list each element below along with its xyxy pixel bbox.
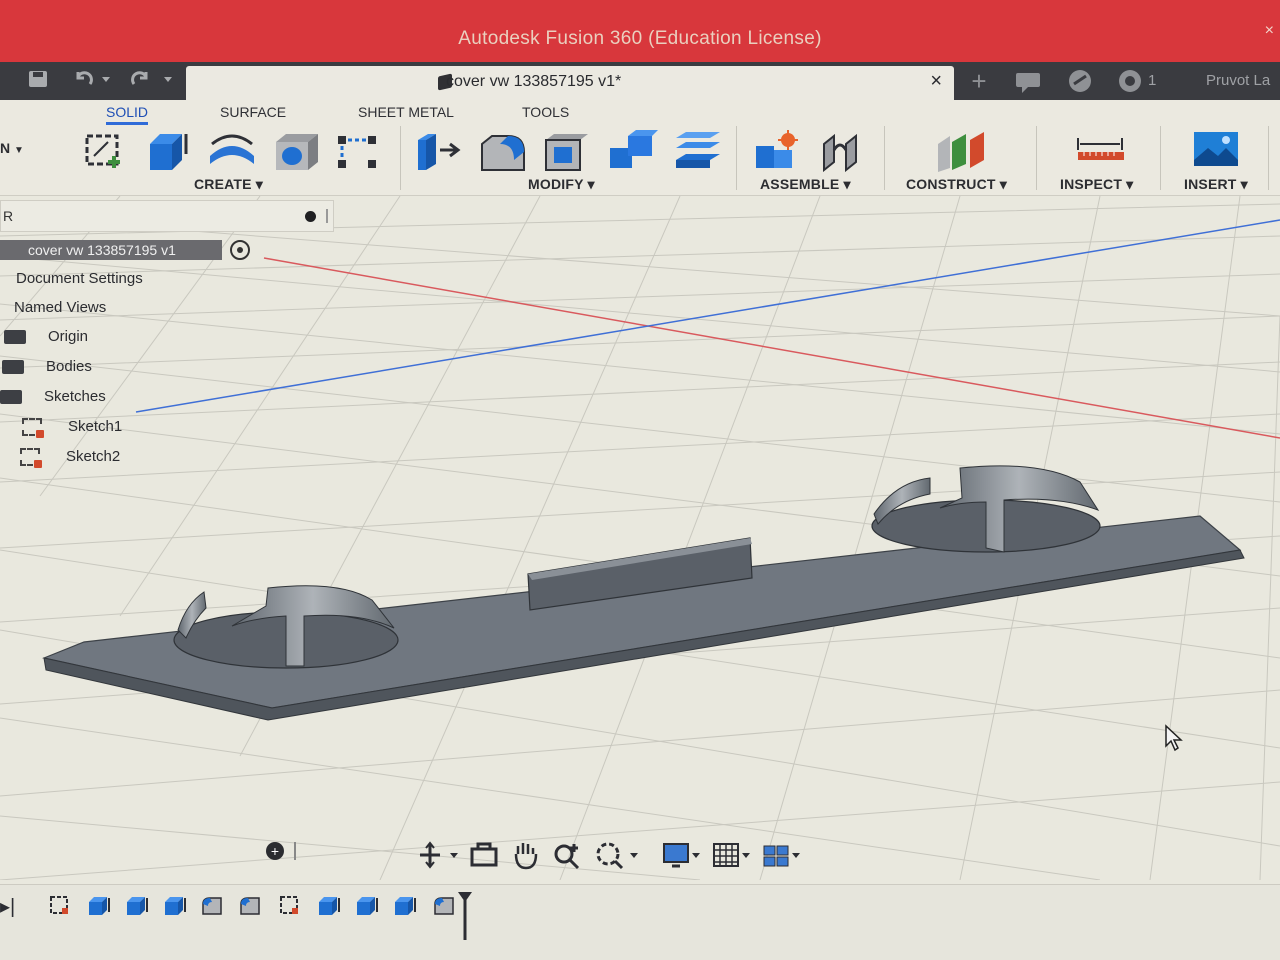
combine-icon[interactable] [606, 130, 658, 172]
tab-surface[interactable]: SURFACE [220, 104, 286, 120]
create-menu[interactable]: CREATE ▾ [194, 176, 263, 193]
toolbar-separator [1036, 126, 1037, 190]
tab-sheet-metal[interactable]: SHEET METAL [358, 104, 454, 120]
extrude-icon[interactable] [316, 894, 340, 916]
workspace-switcher[interactable]: N ▼ [0, 140, 24, 156]
joint-icon[interactable] [818, 130, 862, 173]
measure-icon[interactable] [1076, 130, 1126, 172]
display-settings-icon[interactable] [662, 840, 704, 876]
folder-icon [2, 360, 24, 374]
x-axis-line [263, 257, 1280, 439]
document-tab[interactable]: cover vw 133857195 v1* × [186, 66, 954, 100]
timeline-marker[interactable] [458, 892, 472, 940]
cover-body[interactable] [41, 465, 1245, 721]
folder-icon [4, 330, 26, 344]
canvas-viewport[interactable] [0, 196, 1280, 880]
browser-collapse-handle[interactable] [326, 209, 328, 223]
construct-menu[interactable]: CONSTRUCT ▾ [906, 176, 1007, 193]
browser-pin-icon[interactable] [305, 211, 316, 222]
new-tab-button[interactable]: + [962, 62, 996, 100]
timeline-bar [0, 884, 1280, 960]
shell-icon[interactable] [542, 130, 588, 172]
redo-icon[interactable] [130, 68, 176, 94]
close-tab-button[interactable]: × [930, 70, 942, 93]
revolve-icon[interactable] [206, 130, 254, 172]
add-comment-icon[interactable]: + [266, 842, 284, 860]
extrude-icon[interactable] [86, 894, 110, 916]
insert-menu[interactable]: INSERT ▾ [1184, 176, 1248, 193]
hole-icon[interactable] [272, 130, 318, 172]
create-sketch-icon[interactable] [84, 130, 128, 172]
browser-item-named-views[interactable]: Named Views [14, 299, 106, 316]
browser-header: R [0, 200, 334, 232]
zoom-icon[interactable] [552, 840, 582, 876]
modify-menu[interactable]: MODIFY ▾ [528, 176, 595, 193]
toolbar-separator [1160, 126, 1161, 190]
z-axis-line [135, 219, 1280, 413]
toolbar-separator [736, 126, 737, 190]
offset-face-icon[interactable] [672, 130, 720, 172]
workspace-label: N [0, 140, 11, 156]
orbit-icon[interactable] [418, 840, 464, 876]
sketch-icon [20, 448, 42, 468]
extrude-icon[interactable] [146, 130, 190, 172]
comments-icon[interactable] [1014, 62, 1044, 100]
browser-item-bodies[interactable]: Bodies [46, 358, 92, 375]
viewports-icon[interactable] [762, 840, 804, 876]
browser-item-sketch2[interactable]: Sketch2 [66, 448, 120, 465]
press-pull-icon[interactable] [414, 130, 461, 172]
undo-icon[interactable] [72, 68, 112, 94]
fit-icon[interactable] [594, 840, 642, 876]
fillet-icon[interactable] [478, 130, 525, 172]
window-title: Autodesk Fusion 360 (Education License) [458, 28, 822, 49]
offset-plane-icon[interactable] [936, 130, 988, 172]
sketch-icon [22, 418, 44, 438]
save-icon[interactable] [26, 68, 50, 94]
comments-collapse-handle[interactable] [294, 842, 296, 860]
assemble-menu[interactable]: ASSEMBLE ▾ [760, 176, 851, 193]
title-bar: Autodesk Fusion 360 (Education License) … [0, 0, 1280, 62]
browser-item-sketch1[interactable]: Sketch1 [68, 418, 122, 435]
fillet-icon[interactable] [432, 894, 454, 916]
toolbar-separator [884, 126, 885, 190]
browser-item-origin[interactable]: Origin [48, 328, 88, 345]
extrude-icon[interactable] [162, 894, 186, 916]
toolbar-separator [1268, 126, 1269, 190]
fusion-window: Autodesk Fusion 360 (Education License) … [0, 0, 1280, 960]
look-at-icon[interactable] [470, 840, 498, 876]
new-component-icon[interactable] [752, 130, 798, 172]
tab-tools[interactable]: TOOLS [522, 104, 569, 120]
job-status-icon[interactable] [1066, 62, 1096, 100]
extrude-icon[interactable] [354, 894, 378, 916]
folder-icon [0, 390, 22, 404]
toolbar-separator [400, 126, 401, 190]
mouse-cursor-icon [1164, 724, 1184, 752]
inspect-menu[interactable]: INSPECT ▾ [1060, 176, 1133, 193]
notifications-count: 1 [1148, 72, 1157, 89]
pan-icon[interactable] [512, 840, 540, 876]
extrude-icon[interactable] [124, 894, 148, 916]
fillet-icon[interactable] [200, 894, 222, 916]
window-close-button[interactable]: × [1265, 22, 1274, 40]
sketch-icon[interactable] [48, 894, 70, 916]
browser-header-label: R [3, 208, 14, 224]
chevron-down-icon: ▼ [14, 145, 24, 156]
notifications-icon[interactable] [1116, 62, 1144, 100]
browser-root-item[interactable]: cover vw 133857195 v1 [0, 240, 222, 260]
extrude-icon[interactable] [392, 894, 416, 916]
tab-solid[interactable]: SOLID [106, 104, 149, 125]
browser-item-document-settings[interactable]: Document Settings [16, 270, 143, 287]
timeline-play-icon[interactable]: ▸| [0, 894, 15, 919]
browser-item-sketches[interactable]: Sketches [44, 388, 106, 405]
pattern-icon[interactable] [334, 130, 378, 172]
fillet-icon[interactable] [238, 894, 260, 916]
document-tab-label: cover vw 133857195 v1* [446, 73, 622, 90]
insert-image-icon[interactable] [1192, 130, 1240, 172]
sketch-icon[interactable] [278, 894, 300, 916]
user-menu[interactable]: Pruvot La [1206, 62, 1280, 100]
visibility-eye-icon[interactable] [230, 240, 250, 260]
grid-icon[interactable] [712, 840, 754, 876]
